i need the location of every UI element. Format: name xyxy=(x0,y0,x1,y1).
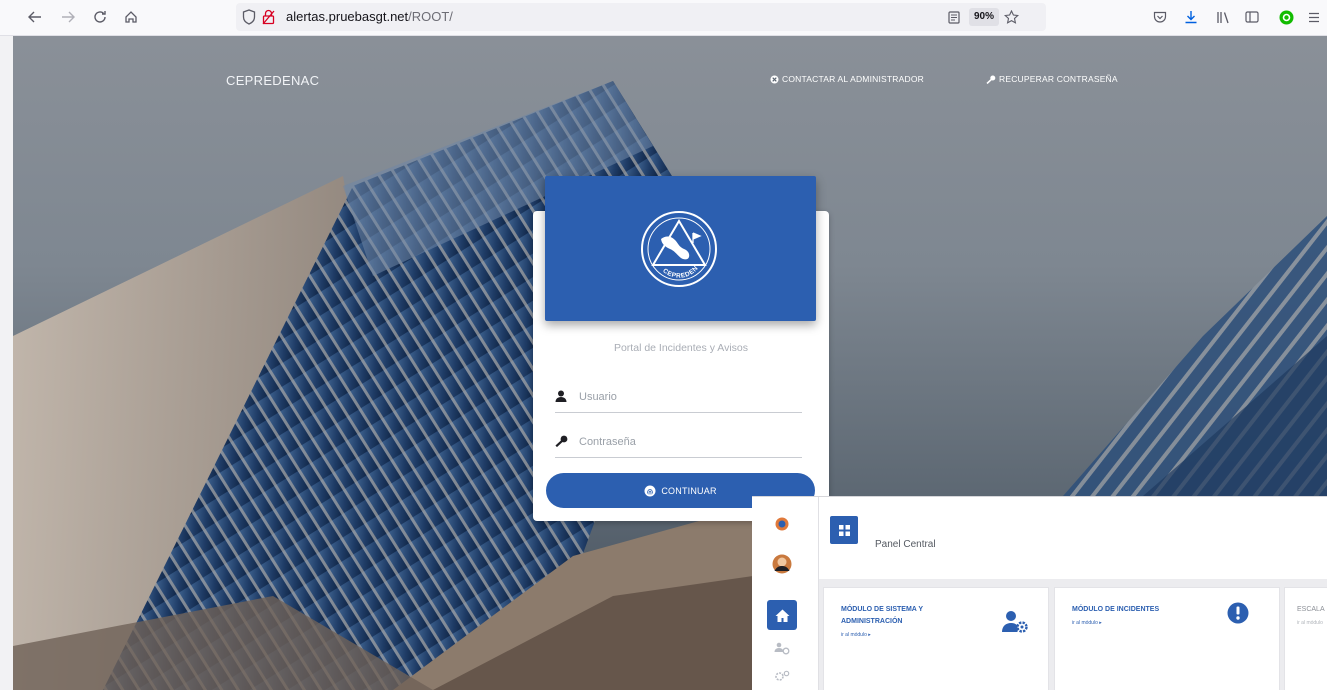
cepredenac-logo: CEPREDENAC xyxy=(639,209,717,287)
gears-icon xyxy=(775,670,790,681)
recover-password-link[interactable]: RECUPERAR CONTRASEÑA xyxy=(986,74,1118,84)
org-logo-icon[interactable] xyxy=(767,509,797,539)
url-text[interactable]: alertas.pruebasgt.net/ROOT/ xyxy=(286,3,453,31)
key-icon xyxy=(986,75,996,84)
url-host: alertas.pruebasgt.net xyxy=(286,9,409,24)
sidebar-item-users[interactable] xyxy=(767,633,797,663)
downloads-icon[interactable] xyxy=(1181,5,1201,29)
contact-admin-label: CONTACTAR AL ADMINISTRADOR xyxy=(782,74,925,84)
dashboard-grid-icon xyxy=(830,516,858,544)
tracking-shield-icon[interactable] xyxy=(242,9,256,25)
pocket-icon[interactable] xyxy=(1150,5,1170,29)
sidebar-item-home[interactable] xyxy=(767,600,797,630)
module-title: ESCALA xyxy=(1297,606,1325,613)
bookmark-star-icon[interactable] xyxy=(1002,5,1020,29)
dashboard-sidebar xyxy=(752,497,819,690)
avatar[interactable] xyxy=(767,549,797,579)
library-icon[interactable] xyxy=(1213,5,1233,29)
home-icon[interactable] xyxy=(121,5,141,29)
gear-circle-icon xyxy=(770,75,779,83)
users-gear-icon xyxy=(774,642,790,654)
address-bar[interactable]: alertas.pruebasgt.net/ROOT/ 90% xyxy=(236,3,1046,31)
module-link[interactable]: ir al módulo ▸ xyxy=(1072,620,1102,626)
brand-name[interactable]: CEPREDENAC xyxy=(226,73,319,88)
reload-icon[interactable] xyxy=(90,5,110,29)
contact-admin-link[interactable]: CONTACTAR AL ADMINISTRADOR xyxy=(770,74,924,84)
alert-circle-icon xyxy=(1227,602,1249,624)
page-viewport: CEPREDENAC CONTACTAR AL ADMINISTRADOR RE… xyxy=(0,36,1327,690)
url-path: /ROOT/ xyxy=(408,9,453,24)
password-input[interactable] xyxy=(579,432,799,452)
password-field[interactable] xyxy=(555,428,802,458)
username-input[interactable] xyxy=(579,387,799,407)
module-title: MÓDULO DE SISTEMA Y ADMINISTRACIÓN xyxy=(841,606,923,625)
reader-view-icon[interactable] xyxy=(946,5,962,29)
sidebar-toggle-icon[interactable] xyxy=(1242,5,1262,29)
sidebar-item-settings[interactable] xyxy=(767,661,797,690)
left-margin xyxy=(0,36,13,690)
home-icon xyxy=(775,609,789,622)
extension-icon[interactable] xyxy=(1276,5,1296,29)
user-gear-icon xyxy=(1002,611,1028,633)
module-card-system[interactable]: MÓDULO DE SISTEMA Y ADMINISTRACIÓN ir al… xyxy=(823,587,1049,690)
app-menu-icon[interactable] xyxy=(1306,5,1322,29)
zoom-level-badge[interactable]: 90% xyxy=(969,8,1000,26)
module-card-escala[interactable]: ESCALA ir al módulo xyxy=(1284,587,1327,690)
recover-password-label: RECUPERAR CONTRASEÑA xyxy=(999,74,1118,84)
module-link[interactable]: ir al módulo xyxy=(1297,620,1323,626)
page-title: Panel Central xyxy=(875,539,936,550)
username-field[interactable] xyxy=(555,383,802,413)
browser-toolbar: alertas.pruebasgt.net/ROOT/ 90% xyxy=(0,0,1327,36)
insecure-lock-icon[interactable] xyxy=(262,9,275,25)
dashboard-preview: Panel Central MÓDULO DE SISTEMA Y ADMINI… xyxy=(752,496,1327,690)
continue-label: CONTINUAR xyxy=(661,485,717,496)
login-card-header: CEPREDENAC xyxy=(545,176,816,321)
portal-subtitle: Portal de Incidentes y Avisos xyxy=(613,342,749,354)
forward-arrow-icon[interactable] xyxy=(58,5,78,29)
back-arrow-icon[interactable] xyxy=(25,5,45,29)
fingerprint-icon xyxy=(644,485,656,496)
module-card-incidents[interactable]: MÓDULO DE INCIDENTES ir al módulo ▸ xyxy=(1054,587,1280,690)
dashboard-header: Panel Central xyxy=(819,497,1327,579)
user-icon xyxy=(555,390,567,402)
module-link[interactable]: ir al módulo ▸ xyxy=(841,632,871,638)
module-title: MÓDULO DE INCIDENTES xyxy=(1072,606,1160,613)
key-icon xyxy=(555,435,568,447)
